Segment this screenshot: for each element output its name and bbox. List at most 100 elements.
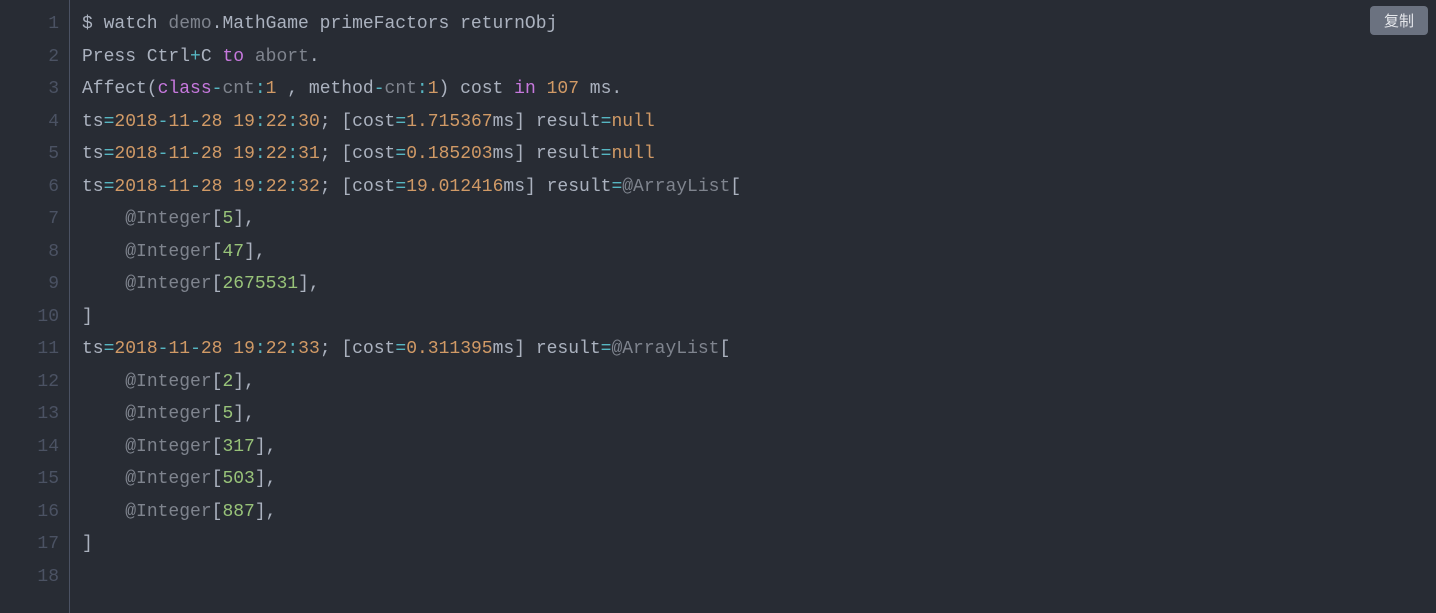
code-token: [244, 47, 255, 67]
code-token: , method: [276, 79, 373, 99]
code-token: @Integer: [125, 437, 211, 457]
code-token: :: [255, 339, 266, 359]
code-line: @Integer[2],: [82, 366, 1436, 399]
code-token: [: [730, 177, 741, 197]
code-token: to: [222, 47, 244, 67]
code-token: 28: [201, 144, 223, 164]
code-token: 11: [168, 144, 190, 164]
code-token: @ArrayList: [611, 339, 719, 359]
code-token: demo: [168, 14, 211, 34]
code-token: :: [287, 112, 298, 132]
line-number: 2: [0, 41, 59, 74]
code-token: [82, 274, 125, 294]
code-token: C: [201, 47, 223, 67]
code-token: 47: [222, 242, 244, 262]
code-token: -: [374, 79, 385, 99]
code-token: 1: [428, 79, 439, 99]
code-line: $ watch demo.MathGame primeFactors retur…: [82, 8, 1436, 41]
code-token: [: [719, 339, 730, 359]
code-token: @Integer: [125, 274, 211, 294]
code-token: ts: [82, 339, 104, 359]
code-token: 2018: [114, 177, 157, 197]
code-token: [536, 79, 547, 99]
code-token: 887: [222, 502, 254, 522]
code-token: 22: [266, 339, 288, 359]
code-token: -: [190, 112, 201, 132]
code-token: 19: [233, 177, 255, 197]
code-token: [: [212, 469, 223, 489]
code-token: [222, 144, 233, 164]
code-token: ],: [233, 372, 255, 392]
code-token: 11: [168, 339, 190, 359]
code-token: [: [212, 437, 223, 457]
code-token: [: [212, 274, 223, 294]
code-token: null: [611, 144, 654, 164]
code-token: :: [255, 177, 266, 197]
code-token: ms] result: [493, 339, 601, 359]
code-token: 19: [233, 144, 255, 164]
code-token: 30: [298, 112, 320, 132]
code-token: ; [cost: [320, 339, 396, 359]
line-number: 13: [0, 398, 59, 431]
line-number: 15: [0, 463, 59, 496]
code-token: =: [104, 177, 115, 197]
code-token: 5: [222, 404, 233, 424]
code-token: 5: [222, 209, 233, 229]
code-token: cnt: [222, 79, 254, 99]
code-token: [82, 404, 125, 424]
code-token: ms.: [579, 79, 622, 99]
code-token: 503: [222, 469, 254, 489]
code-token: ],: [255, 469, 277, 489]
code-token: 2018: [114, 144, 157, 164]
code-line: ts=2018-11-28 19:22:32; [cost=19.012416m…: [82, 171, 1436, 204]
code-token: [82, 469, 125, 489]
code-token: -: [212, 79, 223, 99]
code-line: [82, 561, 1436, 594]
code-token: 2018: [114, 112, 157, 132]
line-number: 7: [0, 203, 59, 236]
code-token: ts: [82, 144, 104, 164]
code-token: [82, 437, 125, 457]
code-token: ],: [233, 404, 255, 424]
code-token: class: [158, 79, 212, 99]
code-token: -: [190, 177, 201, 197]
code-token: =: [601, 112, 612, 132]
code-token: 0.185203: [406, 144, 492, 164]
code-line: @Integer[503],: [82, 463, 1436, 496]
code-token: ],: [298, 274, 320, 294]
code-token: @Integer: [125, 404, 211, 424]
code-token: =: [395, 339, 406, 359]
code-token: 107: [547, 79, 579, 99]
code-token: [: [212, 209, 223, 229]
code-line: @Integer[887],: [82, 496, 1436, 529]
line-number-gutter: 123456789101112131415161718: [0, 0, 70, 613]
code-token: 22: [266, 144, 288, 164]
code-token: :: [417, 79, 428, 99]
code-token: :: [287, 144, 298, 164]
code-token: [222, 112, 233, 132]
code-token: ],: [233, 209, 255, 229]
code-token: ms] result: [493, 112, 601, 132]
line-number: 4: [0, 106, 59, 139]
code-token: @Integer: [125, 372, 211, 392]
code-content[interactable]: $ watch demo.MathGame primeFactors retur…: [70, 0, 1436, 613]
code-line: @Integer[5],: [82, 398, 1436, 431]
code-token: -: [158, 339, 169, 359]
code-token: ; [cost: [320, 112, 396, 132]
code-token: 11: [168, 112, 190, 132]
code-token: ],: [255, 502, 277, 522]
code-token: :: [287, 177, 298, 197]
code-token: 32: [298, 177, 320, 197]
line-number: 12: [0, 366, 59, 399]
code-token: [: [212, 502, 223, 522]
copy-button[interactable]: 复制: [1370, 6, 1428, 35]
code-token: 28: [201, 339, 223, 359]
code-token: $ watch: [82, 14, 168, 34]
code-token: 1.715367: [406, 112, 492, 132]
code-token: 22: [266, 177, 288, 197]
code-token: [82, 209, 125, 229]
code-token: -: [158, 112, 169, 132]
code-token: @Integer: [125, 502, 211, 522]
code-token: 22: [266, 112, 288, 132]
code-token: .MathGame primeFactors returnObj: [212, 14, 558, 34]
